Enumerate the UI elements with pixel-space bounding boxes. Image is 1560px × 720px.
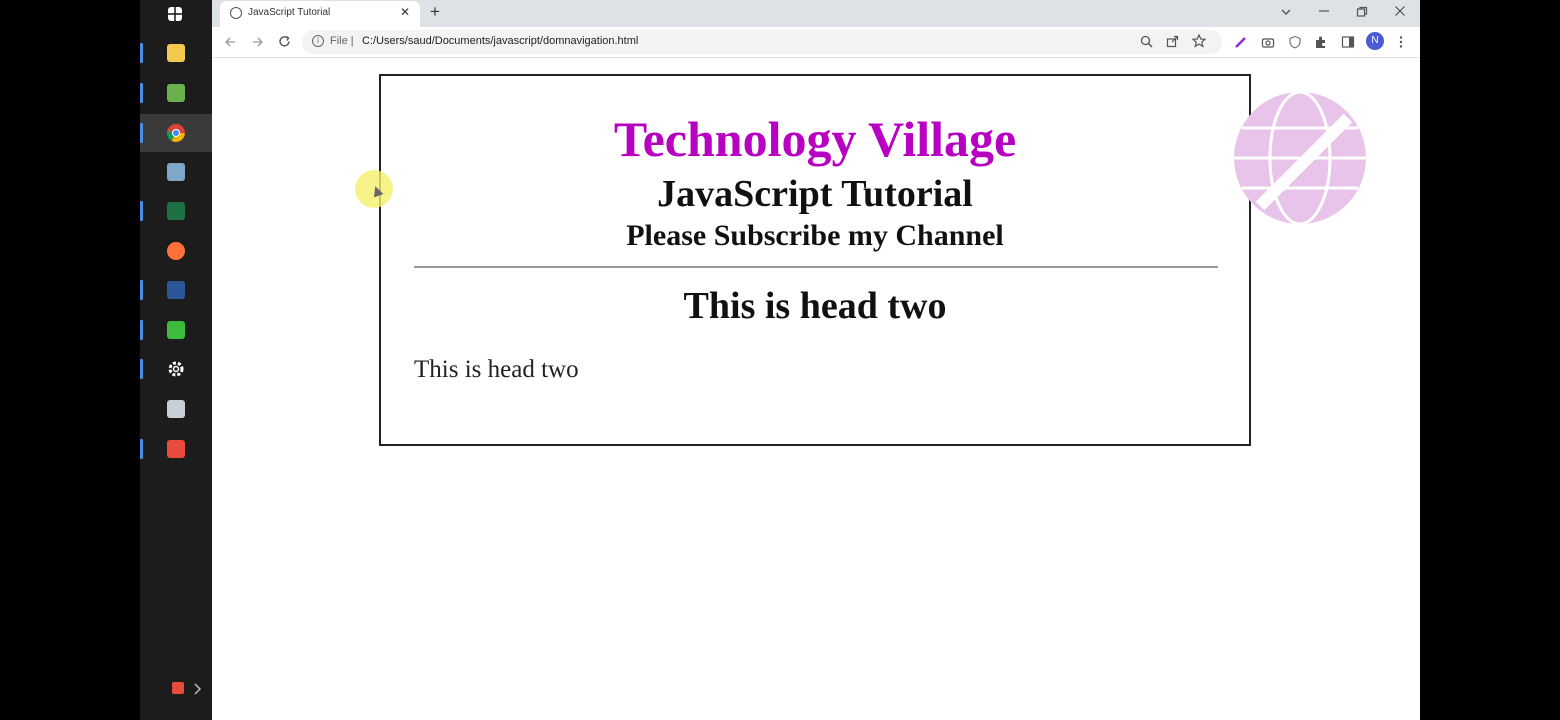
bookmark-star-icon[interactable] — [1192, 34, 1206, 48]
windows-start-icon — [168, 7, 182, 21]
taskbar-item-word[interactable] — [140, 271, 212, 309]
url-scheme: File | — [330, 35, 354, 47]
horizontal-rule — [414, 266, 1218, 268]
firefox-icon — [167, 242, 185, 260]
channel-globe-logo — [1234, 90, 1366, 226]
zoom-icon[interactable] — [1140, 35, 1153, 48]
reload-icon[interactable] — [278, 35, 291, 48]
file-explorer-icon — [167, 44, 185, 62]
show-hidden-icons-icon[interactable] — [165, 680, 215, 698]
extensions-puzzle-icon[interactable] — [1314, 35, 1328, 49]
minimize-icon[interactable] — [1318, 10, 1330, 16]
close-icon[interactable]: ✕ — [400, 5, 410, 19]
taskbar-item-notepad[interactable] — [140, 74, 212, 112]
taskbar-item-camtasia[interactable] — [140, 311, 212, 349]
back-icon[interactable] — [224, 36, 236, 48]
app-icon — [167, 163, 185, 181]
menu-kebab-icon[interactable] — [1398, 35, 1404, 49]
globe-icon — [230, 7, 242, 19]
restore-icon[interactable] — [1356, 6, 1368, 18]
tab-title: JavaScript Tutorial — [248, 7, 331, 18]
share-icon[interactable] — [1166, 35, 1179, 48]
taskbar-item-chrome[interactable] — [140, 114, 212, 152]
page-subtitle: JavaScript Tutorial — [657, 173, 973, 215]
chrome-icon — [167, 124, 185, 142]
taskbar-item-file-explorer[interactable] — [140, 34, 212, 72]
url-text[interactable]: C:/Users/saud/Documents/javascript/domna… — [362, 35, 638, 47]
paragraph-text: This is head two — [414, 356, 579, 383]
side-panel-icon[interactable] — [1341, 35, 1355, 49]
tab-search-icon[interactable] — [1280, 6, 1292, 18]
taskbar-item-app[interactable] — [140, 153, 212, 191]
browser-toolbar: i File | C:/Users/saud/Documents/javascr… — [212, 27, 1420, 58]
word-icon — [167, 281, 185, 299]
recorder-icon — [167, 440, 185, 458]
page-content-box: Technology Village JavaScript Tutorial P… — [379, 74, 1251, 446]
profile-avatar[interactable]: N — [1366, 32, 1384, 50]
taskbar-item-recorder[interactable] — [140, 430, 212, 468]
heading-two: This is head two — [683, 285, 947, 327]
camera-extension-icon[interactable] — [1261, 35, 1275, 49]
settings-icon — [168, 361, 184, 377]
camtasia-icon — [167, 321, 185, 339]
new-tab-button[interactable]: + — [430, 2, 440, 22]
notepad-icon — [167, 84, 185, 102]
browser-window: JavaScript Tutorial ✕ + i File | C:/User… — [212, 0, 1420, 720]
app-icon-2 — [167, 400, 185, 418]
page-title: Technology Village — [613, 111, 1017, 167]
taskbar-item-firefox[interactable] — [140, 232, 212, 270]
windows-start-button[interactable] — [140, 0, 212, 33]
taskbar-item-settings[interactable] — [140, 350, 212, 388]
shield-extension-icon[interactable] — [1288, 35, 1302, 49]
taskbar-item-app-2[interactable] — [140, 390, 212, 428]
taskbar — [140, 0, 212, 720]
excel-icon — [167, 202, 185, 220]
window-close-icon[interactable] — [1394, 5, 1406, 17]
site-info-icon[interactable]: i — [312, 35, 324, 47]
tab-javascript-tutorial[interactable]: JavaScript Tutorial ✕ — [220, 1, 420, 27]
pen-extension-icon[interactable] — [1234, 35, 1248, 49]
tab-strip: JavaScript Tutorial ✕ + — [212, 0, 1420, 27]
page-tagline: Please Subscribe my Channel — [626, 219, 1004, 252]
address-bar[interactable]: i File | C:/Users/saud/Documents/javascr… — [302, 30, 1222, 54]
forward-icon[interactable] — [252, 36, 264, 48]
taskbar-item-excel[interactable] — [140, 192, 212, 230]
